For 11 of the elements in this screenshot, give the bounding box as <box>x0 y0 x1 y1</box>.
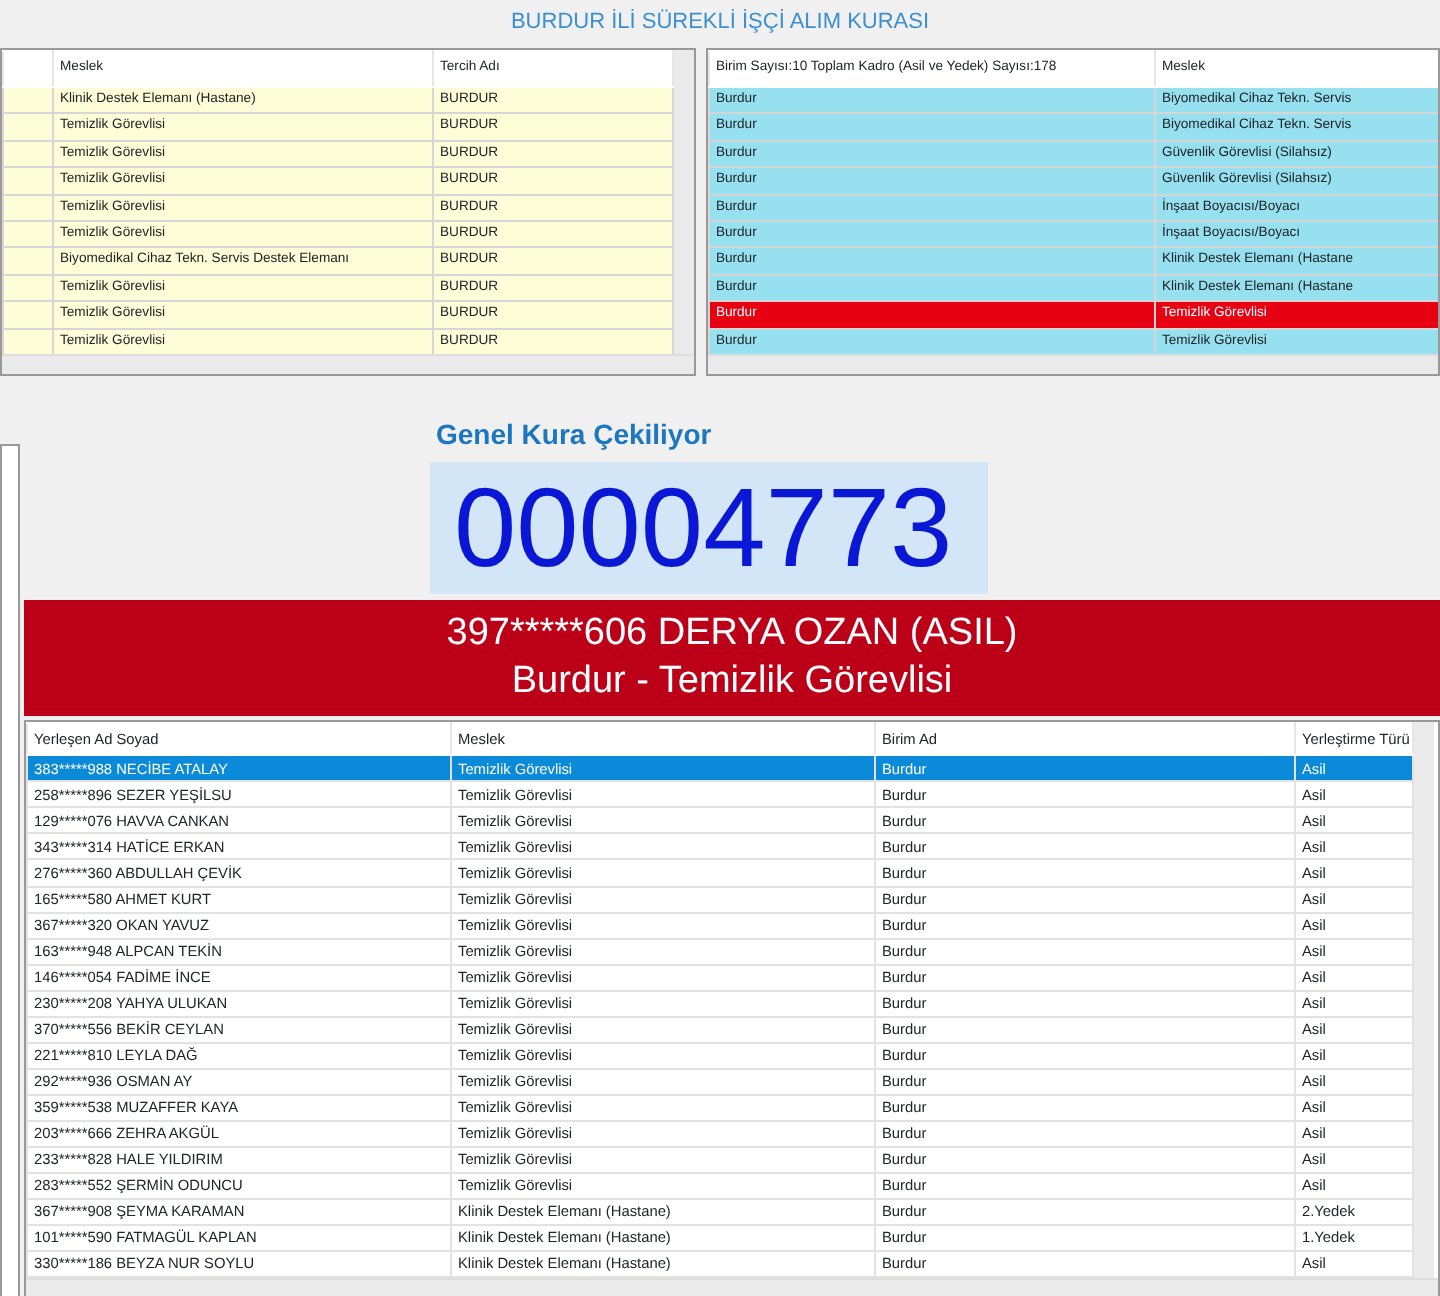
horizontal-scrollbar[interactable] <box>707 354 1438 374</box>
horizontal-scrollbar[interactable] <box>26 1278 1438 1296</box>
draw-number: 00004773 <box>430 462 989 594</box>
vertical-scrollbar[interactable] <box>673 50 694 354</box>
winner-detail: Burdur - Temizlik Görevlisi <box>509 658 955 706</box>
draw-heading: Genel Kura Çekiliyor <box>436 416 714 454</box>
side-scrollbar[interactable] <box>0 444 20 1296</box>
winner-line: 397*****606 DERYA OZAN (ASIL) <box>444 610 1020 658</box>
window-title: BURDUR İLİ SÜREKLİ İŞÇİ ALIM KURASI <box>508 7 932 38</box>
horizontal-scrollbar[interactable] <box>2 354 694 374</box>
vertical-scrollbar[interactable] <box>1414 722 1434 1278</box>
